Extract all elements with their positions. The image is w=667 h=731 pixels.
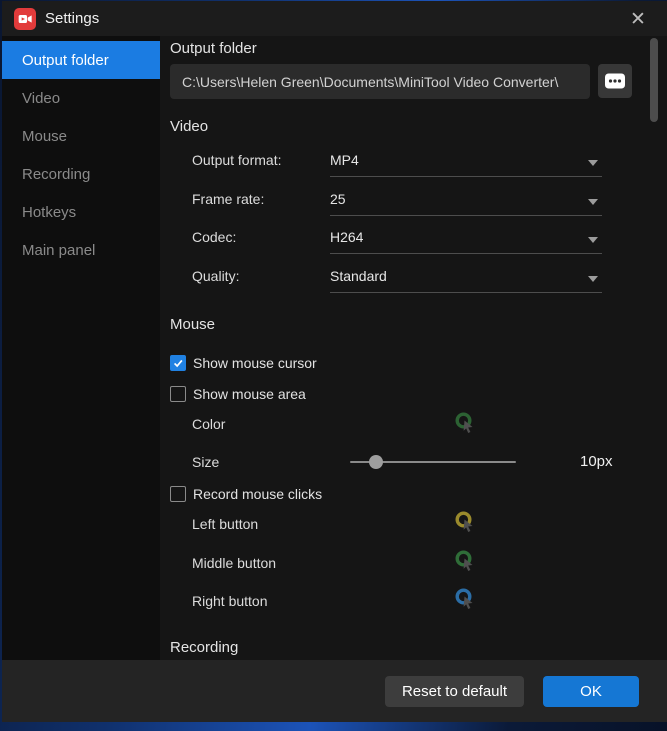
video-header: Video xyxy=(170,118,209,135)
settings-dialog: Settings ✕ Output folder Video Mouse Rec… xyxy=(2,1,667,722)
sidebar-item-hotkeys[interactable]: Hotkeys xyxy=(2,193,160,231)
right-button-label: Right button xyxy=(192,593,268,609)
left-button-label: Left button xyxy=(192,516,259,532)
ellipsis-icon xyxy=(605,73,625,89)
show-mouse-area-row: Show mouse area xyxy=(170,384,306,404)
frame-rate-dropdown[interactable]: 25 xyxy=(330,186,602,216)
mouse-area-color-swatch[interactable] xyxy=(454,412,476,436)
ok-button[interactable]: OK xyxy=(543,676,639,707)
slider-thumb[interactable] xyxy=(369,455,383,469)
quality-label: Quality: xyxy=(192,268,240,284)
mouse-area-color-label: Color xyxy=(192,416,226,432)
scrollbar[interactable] xyxy=(650,38,658,122)
record-mouse-clicks-checkbox[interactable] xyxy=(170,486,186,502)
output-format-row: Output format: MP4 xyxy=(192,147,602,177)
right-button-color-swatch[interactable] xyxy=(454,588,476,612)
middle-button-label: Middle button xyxy=(192,555,277,571)
app-logo-icon xyxy=(14,7,36,30)
codec-row: Codec: H264 xyxy=(192,224,602,254)
check-icon xyxy=(173,359,183,368)
recording-header: Recording xyxy=(170,639,239,656)
sidebar-item-output-folder[interactable]: Output folder xyxy=(2,41,160,79)
settings-content: Output folder C:\Users\Helen Green\Docum… xyxy=(160,36,667,660)
sidebar: Output folder Video Mouse Recording Hotk… xyxy=(2,36,160,660)
mouse-size-value: 10px xyxy=(580,453,613,470)
chevron-down-icon xyxy=(588,199,598,205)
sidebar-item-video[interactable]: Video xyxy=(2,79,160,117)
mouse-header: Mouse xyxy=(170,316,216,333)
mouse-size-slider[interactable] xyxy=(350,455,516,469)
codec-label: Codec: xyxy=(192,229,237,245)
close-icon[interactable]: ✕ xyxy=(623,4,653,34)
sidebar-item-recording[interactable]: Recording xyxy=(2,155,160,193)
chevron-down-icon xyxy=(588,276,598,282)
frame-rate-row: Frame rate: 25 xyxy=(192,186,602,216)
browse-button[interactable] xyxy=(598,64,632,98)
quality-row: Quality: Standard xyxy=(192,263,602,293)
frame-rate-label: Frame rate: xyxy=(192,191,265,207)
chevron-down-icon xyxy=(588,160,598,166)
left-button-color-swatch[interactable] xyxy=(454,511,476,535)
output-format-dropdown[interactable]: MP4 xyxy=(330,147,602,177)
mouse-size-label: Size xyxy=(192,454,220,470)
quality-dropdown[interactable]: Standard xyxy=(330,263,602,293)
sidebar-item-mouse[interactable]: Mouse xyxy=(2,117,160,155)
output-format-label: Output format: xyxy=(192,152,282,168)
window-title: Settings xyxy=(45,10,100,27)
record-mouse-clicks-row: Record mouse clicks xyxy=(170,484,322,504)
codec-dropdown[interactable]: H264 xyxy=(330,224,602,254)
sidebar-item-main-panel[interactable]: Main panel xyxy=(2,231,160,269)
show-mouse-cursor-row: Show mouse cursor xyxy=(170,353,317,373)
reset-to-default-button[interactable]: Reset to default xyxy=(385,676,524,707)
output-path-value: C:\Users\Helen Green\Documents\MiniTool … xyxy=(182,73,559,90)
title-bar: Settings ✕ xyxy=(2,1,667,36)
output-path-field[interactable]: C:\Users\Helen Green\Documents\MiniTool … xyxy=(170,64,590,99)
middle-button-color-swatch[interactable] xyxy=(454,550,476,574)
output-folder-header: Output folder xyxy=(170,40,257,57)
footer-bar: Reset to default OK xyxy=(2,660,667,722)
show-mouse-area-checkbox[interactable] xyxy=(170,386,186,402)
show-mouse-cursor-checkbox[interactable] xyxy=(170,355,186,371)
chevron-down-icon xyxy=(588,237,598,243)
